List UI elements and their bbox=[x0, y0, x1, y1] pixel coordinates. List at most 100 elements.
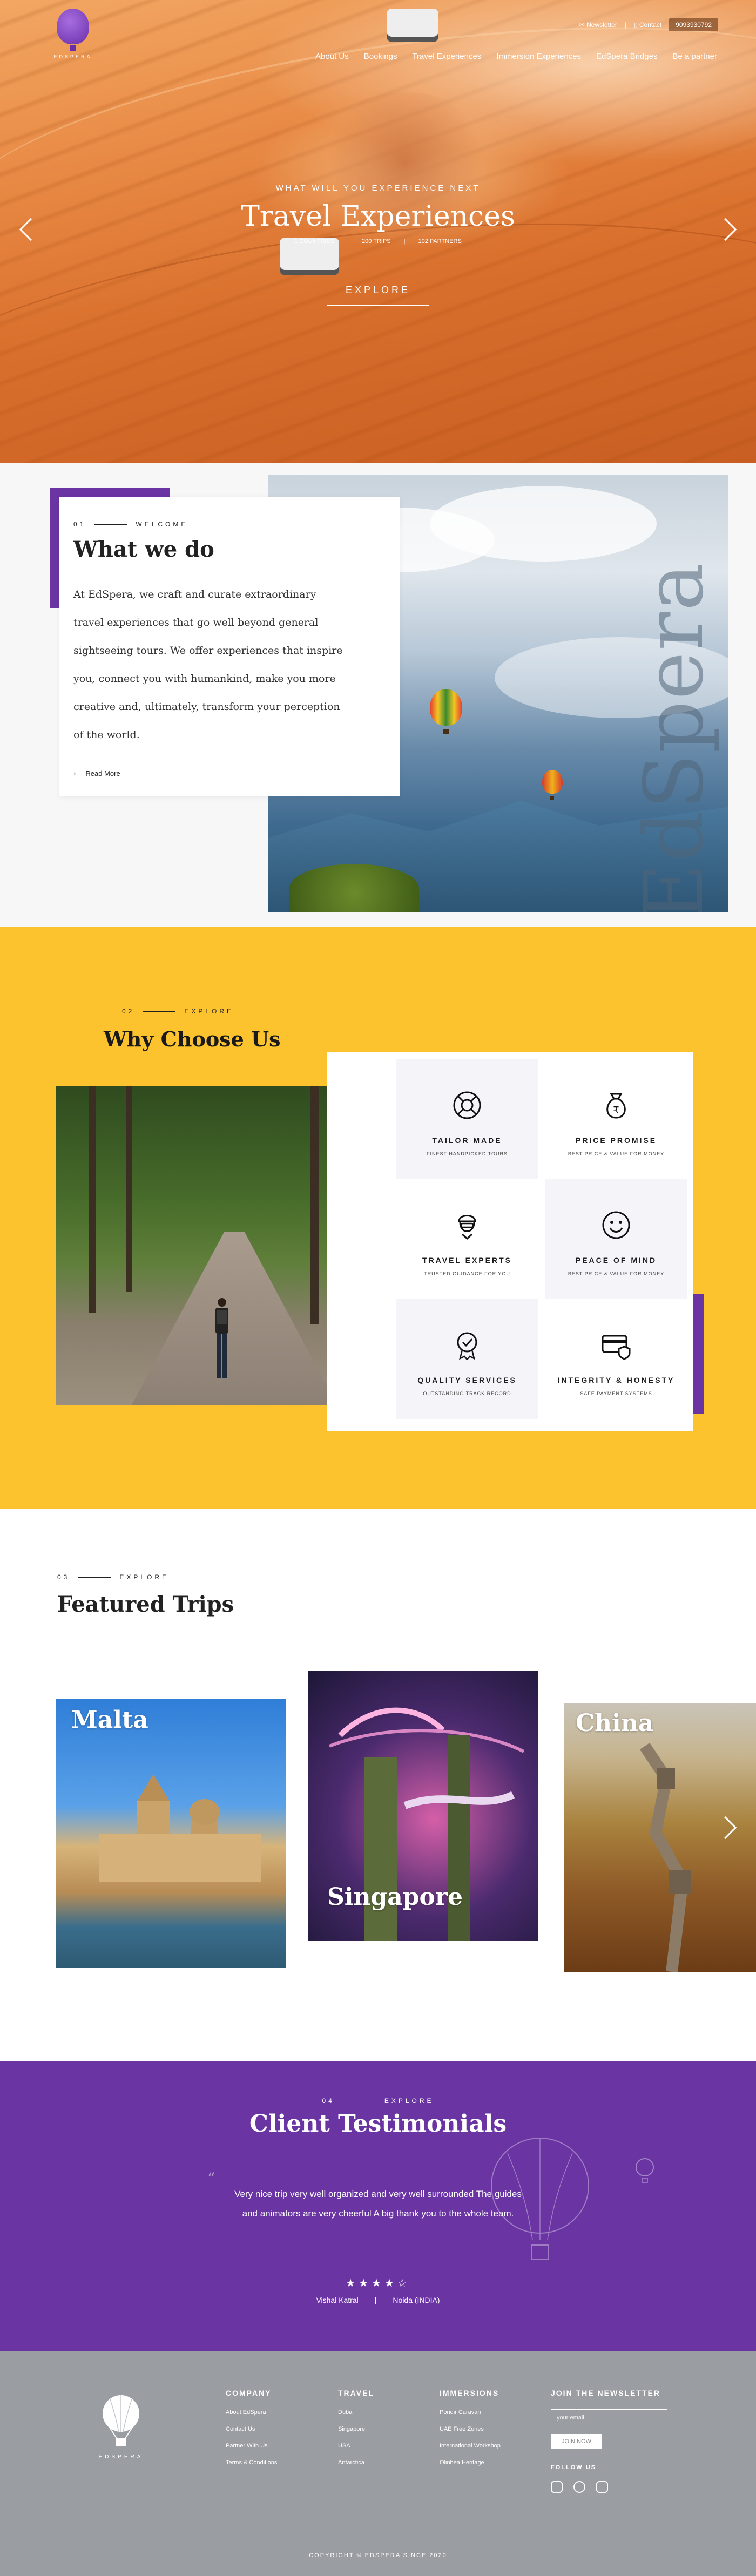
copyright-text: COPYRIGHT © EDSPERA SINCE 2020 bbox=[309, 2552, 447, 2559]
follow-us-label: FOLLOW US bbox=[551, 2464, 596, 2471]
nav-be-a-partner[interactable]: Be a partner bbox=[672, 52, 717, 61]
footer-link[interactable]: USA bbox=[338, 2443, 374, 2449]
footer-newsletter-col: JOIN THE NEWSLETTER JOIN NOW FOLLOW US bbox=[551, 2389, 667, 2503]
footer-link[interactable]: UAE Free Zones bbox=[440, 2426, 501, 2432]
section-eyebrow: 03 EXPLORE bbox=[57, 1573, 170, 1581]
featured-trips-section: 03 EXPLORE Featured Trips Malta Singapor… bbox=[0, 1509, 756, 2061]
newsletter-email-input[interactable] bbox=[551, 2409, 667, 2426]
suv-car bbox=[387, 9, 438, 42]
footer-link[interactable]: Partner With Us bbox=[226, 2443, 277, 2449]
section-eyebrow: 04 EXPLORE bbox=[322, 2097, 434, 2105]
hero-stats: 1 COUNTRIES | 200 TRIPS | 102 PARTNERS bbox=[294, 238, 462, 245]
pilot-icon bbox=[458, 1215, 476, 1240]
twitter-icon[interactable] bbox=[573, 2481, 585, 2493]
balloon-outline-icon bbox=[636, 2158, 654, 2183]
footer-link[interactable]: Antarctica bbox=[338, 2459, 374, 2466]
site-footer: EDSPERA COMPANY About EdSpera Contact Us… bbox=[0, 2351, 756, 2576]
footer-travel-col: TRAVEL Dubai Singapore USA Antarctica bbox=[338, 2389, 374, 2466]
nav-immersion-experiences[interactable]: Immersion Experiences bbox=[496, 52, 581, 61]
section-title: Why Choose Us bbox=[104, 1027, 281, 1051]
why-choose-us-section: 02 EXPLORE Why Choose Us TAILOR MADE FIN… bbox=[0, 927, 756, 1509]
testimonial-author: Vishal Katral | Noida (INDIA) bbox=[316, 2296, 440, 2304]
quote-icon: “ bbox=[207, 2169, 215, 2187]
section-eyebrow: 02 EXPLORE bbox=[122, 1008, 234, 1015]
contact-link[interactable]: ▯ Contact bbox=[634, 21, 662, 29]
testimonials-section: 04 EXPLORE Client Testimonials “ Very ni… bbox=[0, 2061, 756, 2351]
main-nav: About Us Bookings Travel Experiences Imm… bbox=[315, 52, 717, 61]
feature-travel-experts: TRAVEL EXPERTS TRUSTED GUIDANCE FOR YOU bbox=[396, 1179, 538, 1299]
nav-travel-experiences[interactable]: Travel Experiences bbox=[412, 52, 481, 61]
section-eyebrow: 01 WELCOME bbox=[73, 520, 188, 528]
great-wall-landscape bbox=[639, 1742, 691, 1972]
svg-text:₹: ₹ bbox=[613, 1105, 619, 1116]
footer-link[interactable]: Dubai bbox=[338, 2409, 374, 2416]
hero-subtitle: WHAT WILL YOU EXPERIENCE NEXT bbox=[275, 184, 481, 193]
what-we-do-section: EdSpera 01 WELCOME What we do At EdSpera… bbox=[0, 463, 756, 927]
footer-immersions-col: IMMERSIONS Pondir Caravan UAE Free Zones… bbox=[440, 2389, 501, 2466]
features-card: TAILOR MADE FINEST HANDPICKED TOURS ₹ PR… bbox=[327, 1052, 693, 1431]
trip-card-singapore[interactable]: Singapore bbox=[308, 1671, 538, 1941]
testimonial-quote: Very nice trip very well organized and v… bbox=[234, 2189, 522, 2219]
balloon-logo-icon bbox=[103, 2395, 139, 2446]
brand-logo[interactable]: EDSPERA bbox=[51, 9, 94, 59]
author-location: Noida (INDIA) bbox=[393, 2296, 440, 2304]
smile-icon bbox=[602, 1211, 630, 1239]
feature-tailor-made: TAILOR MADE FINEST HANDPICKED TOURS bbox=[396, 1059, 538, 1179]
nav-edspera-bridges[interactable]: EdSpera Bridges bbox=[596, 52, 657, 61]
stat-partners: 102 PARTNERS bbox=[418, 238, 462, 245]
section-title: Client Testimonials bbox=[249, 2110, 507, 2138]
hiker-figure bbox=[215, 1298, 228, 1378]
feature-peace-of-mind: PEACE OF MIND BEST PRICE & VALUE FOR MON… bbox=[545, 1179, 687, 1299]
join-newsletter-button[interactable]: JOIN NOW bbox=[551, 2434, 602, 2449]
what-we-do-card: 01 WELCOME What we do At EdSpera, we cra… bbox=[59, 497, 400, 796]
hot-air-balloon-icon bbox=[542, 770, 563, 794]
hot-air-balloon-icon bbox=[430, 689, 462, 726]
hero-title: Travel Experiences bbox=[241, 200, 515, 233]
section-title: What we do bbox=[73, 537, 214, 562]
footer-company-col: COMPANY About EdSpera Contact Us Partner… bbox=[226, 2389, 278, 2466]
explore-button[interactable]: EXPLORE bbox=[326, 275, 430, 306]
rupee-bag-icon: ₹ bbox=[606, 1093, 626, 1119]
trip-card-china[interactable]: China bbox=[564, 1703, 756, 1972]
feature-price-promise: ₹ PRICE PROMISE BEST PRICE & VALUE FOR M… bbox=[545, 1059, 687, 1179]
edspera-watermark: EdSpera bbox=[627, 562, 721, 912]
section-body: At EdSpera, we craft and curate extraord… bbox=[73, 589, 343, 741]
newsletter-link[interactable]: ✉ Newsletter bbox=[579, 21, 617, 29]
author-name: Vishal Katral bbox=[316, 2296, 359, 2304]
trip-name: China bbox=[576, 1709, 654, 1737]
footer-link[interactable]: About EdSpera bbox=[226, 2409, 277, 2416]
footer-link[interactable]: Pondir Caravan bbox=[440, 2409, 501, 2416]
hero-content: WHAT WILL YOU EXPERIENCE NEXT Travel Exp… bbox=[0, 184, 756, 306]
features-grid: TAILOR MADE FINEST HANDPICKED TOURS ₹ PR… bbox=[396, 1059, 687, 1419]
phone-button[interactable]: 9093930792 bbox=[669, 18, 718, 31]
footer-link[interactable]: Olinbea Heritage bbox=[440, 2459, 501, 2466]
lifebuoy-icon bbox=[453, 1091, 481, 1119]
section-title: Featured Trips bbox=[57, 1592, 234, 1617]
facebook-icon[interactable] bbox=[596, 2481, 608, 2493]
instagram-icon[interactable] bbox=[551, 2481, 563, 2493]
footer-link[interactable]: Singapore bbox=[338, 2426, 374, 2432]
secure-card-icon bbox=[602, 1335, 631, 1360]
feature-quality-services: QUALITY SERVICES OUTSTANDING TRACK RECOR… bbox=[396, 1299, 538, 1419]
malta-cityscape bbox=[99, 1774, 261, 1882]
feature-integrity-honesty: INTEGRITY & HONESTY SAFE PAYMENT SYSTEMS bbox=[545, 1299, 687, 1419]
trip-name: Singapore bbox=[327, 1883, 463, 1911]
balloon-logo-icon bbox=[57, 9, 89, 44]
nav-about-us[interactable]: About Us bbox=[315, 52, 349, 61]
footer-logo[interactable]: EDSPERA bbox=[94, 2394, 148, 2460]
trip-card-malta[interactable]: Malta bbox=[56, 1699, 286, 1968]
nav-bookings[interactable]: Bookings bbox=[364, 52, 397, 61]
trip-name: Malta bbox=[71, 1706, 148, 1734]
footer-link[interactable]: International Workshop bbox=[440, 2443, 501, 2449]
stat-countries: 1 COUNTRIES bbox=[294, 238, 335, 245]
social-links bbox=[551, 2481, 667, 2493]
footer-link[interactable]: Contact Us bbox=[226, 2426, 277, 2432]
brand-name: EDSPERA bbox=[53, 54, 92, 59]
chevron-right-icon: › bbox=[73, 769, 76, 777]
stat-trips: 200 TRIPS bbox=[362, 238, 391, 245]
footer-link[interactable]: Terms & Conditions bbox=[226, 2459, 277, 2466]
top-utility-bar: ✉ Newsletter | ▯ Contact 9093930792 bbox=[579, 18, 718, 31]
rating-stars: ★★★★☆ bbox=[346, 2277, 410, 2289]
read-more-link[interactable]: › Read More bbox=[73, 769, 386, 777]
hero-section: EDSPERA ✉ Newsletter | ▯ Contact 9093930… bbox=[0, 0, 756, 463]
